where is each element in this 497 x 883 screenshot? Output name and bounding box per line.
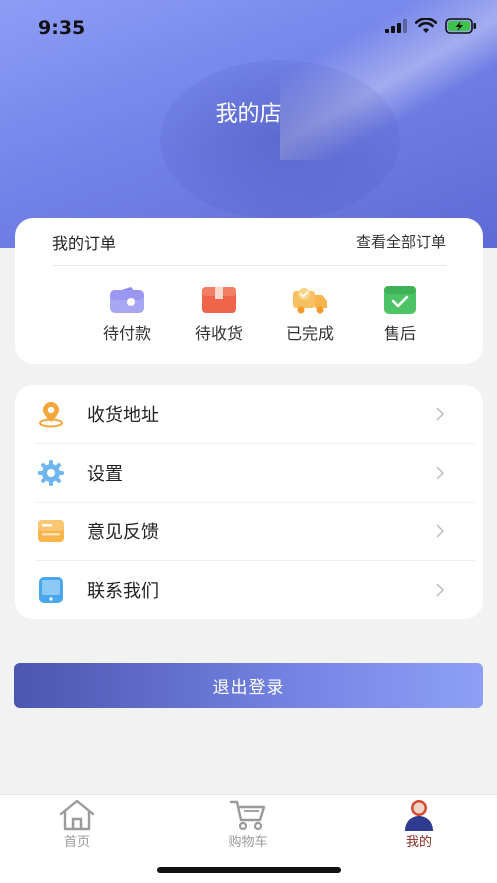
home-icon (59, 799, 95, 831)
tab-home[interactable]: 首页 (27, 799, 127, 850)
user-icon (405, 800, 433, 831)
tab-cart[interactable]: 购物车 (198, 799, 298, 850)
contact-icon (39, 577, 63, 603)
menu-item-label: 收货地址 (87, 405, 159, 426)
status-bar: 9:35 (0, 0, 497, 56)
chevron-right-icon (436, 583, 445, 597)
tab-label: 购物车 (228, 835, 268, 850)
tab-mine[interactable]: 我的 (369, 799, 469, 850)
wallet-icon (110, 287, 144, 313)
order-status-label: 待付款 (102, 324, 151, 343)
menu-item-feedback[interactable]: 意见反馈 (15, 502, 483, 560)
signal-icon (385, 19, 407, 33)
menu-item-shipping-address[interactable]: 收货地址 (15, 385, 483, 443)
gear-icon (38, 460, 64, 486)
order-status-label: 待收货 (194, 324, 243, 343)
page-title: 我的店 (215, 102, 282, 127)
order-status-completed[interactable]: 已完成 (270, 286, 350, 344)
chevron-right-icon (436, 524, 445, 538)
view-all-orders-link[interactable]: 查看全部订单 (356, 231, 446, 252)
tab-label: 首页 (63, 835, 90, 850)
wifi-icon (415, 18, 437, 33)
status-icons (385, 18, 477, 34)
orders-title: 我的订单 (52, 233, 117, 253)
menu-item-label: 联系我们 (87, 581, 159, 602)
location-pin-icon (39, 402, 63, 428)
check-box-icon (384, 286, 416, 314)
menu-item-settings[interactable]: 设置 (15, 444, 483, 502)
order-status-label: 售后 (383, 324, 416, 343)
menu-item-label: 意见反馈 (87, 522, 159, 543)
order-status-pending-payment[interactable]: 待付款 (87, 286, 167, 344)
header-shade (160, 60, 400, 220)
box-icon (202, 287, 236, 313)
order-status-row: 待付款 待收货 已完成 售后 (15, 286, 483, 356)
orders-card: 我的订单 查看全部订单 待付款 待收货 已完成 售后 (15, 218, 483, 364)
battery-charging-icon (445, 18, 476, 34)
home-indicator (157, 867, 341, 873)
truck-icon (293, 288, 327, 314)
order-status-to-receive[interactable]: 待收货 (179, 286, 259, 344)
cart-icon (229, 800, 266, 831)
chevron-right-icon (436, 407, 445, 421)
feedback-icon (38, 520, 64, 542)
logout-button[interactable]: 退出登录 (14, 663, 483, 708)
order-status-label: 已完成 (285, 324, 334, 343)
orders-header: 我的订单 查看全部订单 (52, 218, 446, 266)
order-status-after-sales[interactable]: 售后 (360, 286, 440, 344)
menu-card: 收货地址 设置 意见反馈 联系我们 (15, 385, 483, 619)
status-time: 9:35 (38, 17, 86, 39)
tab-label: 我的 (405, 835, 432, 850)
menu-item-label: 设置 (87, 464, 123, 485)
menu-item-contact-us[interactable]: 联系我们 (15, 561, 483, 619)
chevron-right-icon (436, 466, 445, 480)
